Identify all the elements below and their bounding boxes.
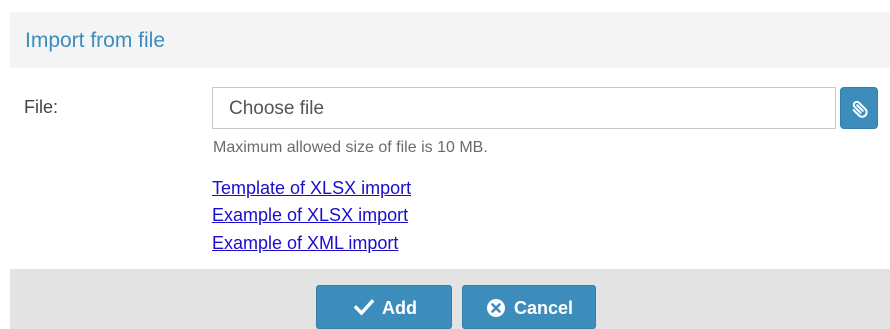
cancel-button[interactable]: Cancel xyxy=(462,285,596,329)
file-size-help-text: Maximum allowed size of file is 10 MB. xyxy=(213,139,488,156)
example-xlsx-link[interactable]: Example of XLSX import xyxy=(212,205,408,226)
file-input[interactable]: Choose file xyxy=(212,87,836,129)
dialog-footer: Add Cancel xyxy=(10,269,890,329)
file-label: File: xyxy=(24,97,59,117)
import-dialog: Import from file File: Choose file Maxim… xyxy=(0,0,890,329)
example-xml-link[interactable]: Example of XML import xyxy=(212,233,398,254)
file-input-placeholder: Choose file xyxy=(229,98,325,119)
add-button-label: Add xyxy=(382,298,417,318)
dialog-title: Import from file xyxy=(25,29,166,52)
cancel-button-label: Cancel xyxy=(514,298,574,318)
checkmark-icon xyxy=(354,299,374,316)
paperclip-icon xyxy=(852,100,868,118)
attach-file-button[interactable] xyxy=(840,87,878,129)
template-xlsx-link[interactable]: Template of XLSX import xyxy=(212,178,411,199)
add-button[interactable]: Add xyxy=(316,285,452,329)
times-circle-icon xyxy=(487,299,505,317)
dialog-header: Import from file xyxy=(10,12,890,68)
